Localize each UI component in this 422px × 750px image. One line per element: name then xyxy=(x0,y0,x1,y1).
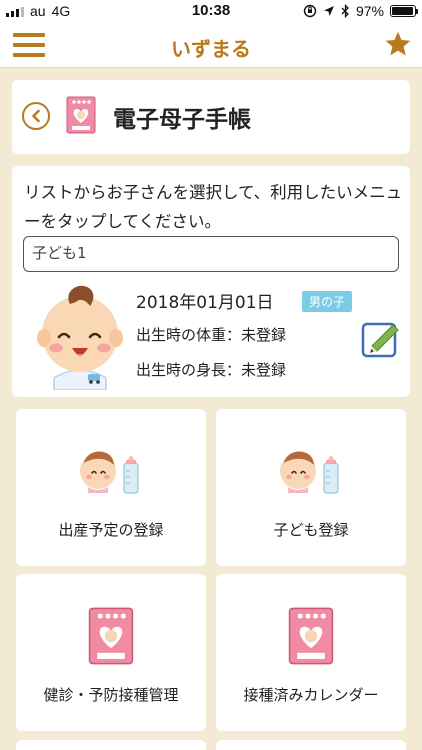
baby-bottle-icon xyxy=(80,451,139,494)
menu-icon-wrapper xyxy=(216,606,406,666)
menu-tile-partial[interactable] xyxy=(216,740,406,750)
menu-icon-wrapper xyxy=(216,449,406,497)
menu-tile-label: 子ども登録 xyxy=(273,521,349,539)
status-bar: au 4G 10:38 97% xyxy=(0,0,422,22)
menu-tile-due-date[interactable]: 出産予定の登録 xyxy=(16,409,206,566)
battery-icon xyxy=(390,5,418,17)
menu-tile-label: 接種済みカレンダー xyxy=(243,686,379,704)
star-icon[interactable] xyxy=(384,30,412,58)
orientation-lock-icon xyxy=(303,4,317,18)
gender-badge: 男の子 xyxy=(302,291,353,312)
birth-height: 出生時の身長：未登録 xyxy=(136,361,287,379)
status-bar-right: 97% xyxy=(303,3,418,19)
menu-tile-partial[interactable] xyxy=(16,740,206,750)
page-title: 電子母子手帳 xyxy=(113,107,251,133)
battery-percent: 97% xyxy=(355,3,384,19)
back-button[interactable] xyxy=(22,102,50,130)
page-header-card: 電子母子手帳 xyxy=(12,80,410,154)
bluetooth-icon xyxy=(341,4,349,18)
menu-tile-child-registration[interactable]: 子ども登録 xyxy=(216,409,406,566)
edit-pencil-icon[interactable] xyxy=(360,318,400,358)
instructions-text: リストからお子さんを選択して、利用したいメニューをタップしてください。 xyxy=(24,183,403,231)
menu-tile-checkup-vaccination[interactable]: 健診・予防接種管理 xyxy=(16,574,206,731)
birth-date: 2018年01月01日 xyxy=(136,293,274,313)
menu-icon-wrapper xyxy=(16,449,206,497)
chevron-left-icon xyxy=(32,109,40,123)
location-arrow-icon xyxy=(323,6,334,16)
mother-child-handbook-icon xyxy=(288,607,334,665)
app-title: いずまる xyxy=(171,37,251,61)
app-navbar: いずまる xyxy=(0,22,422,68)
child-select-field[interactable]: 子ども1 xyxy=(23,236,399,272)
menu-tile-label: 出産予定の登録 xyxy=(58,521,164,539)
child-info-card: リストからお子さんを選択して、利用したいメニューをタップしてください。 子ども1… xyxy=(12,166,410,397)
baby-bottle-icon xyxy=(280,451,339,494)
baby-face-icon xyxy=(37,285,123,390)
mother-child-handbook-icon xyxy=(66,96,96,134)
menu-icon-wrapper xyxy=(16,606,206,666)
menu-tile-label: 健診・予防接種管理 xyxy=(43,686,179,704)
birth-weight: 出生時の体重：未登録 xyxy=(136,326,287,344)
menu-tile-vaccination-calendar[interactable]: 接種済みカレンダー xyxy=(216,574,406,731)
mother-child-handbook-icon xyxy=(88,607,134,665)
